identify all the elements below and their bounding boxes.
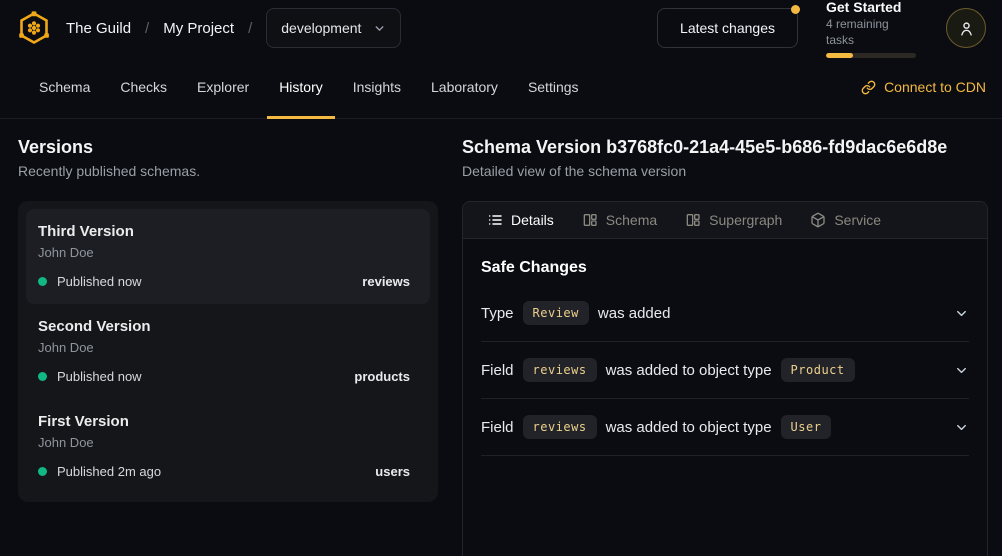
change-row[interactable]: Field reviews was added to object type Prod…: [481, 342, 969, 399]
tab-laboratory[interactable]: Laboratory: [419, 56, 510, 118]
breadcrumb-separator: /: [145, 20, 149, 37]
detail-tabbar: Details Schema Supergraph Service: [463, 202, 987, 239]
chevron-down-icon: [373, 22, 386, 35]
version-author: John Doe: [38, 434, 410, 451]
target-selector-value: development: [281, 20, 361, 36]
change-text: Type: [481, 305, 514, 322]
user-menu-button[interactable]: [946, 8, 986, 48]
notification-dot: [791, 5, 800, 14]
breadcrumb-separator: /: [248, 20, 252, 37]
changes-list: Type Review was added Field reviews was added…: [481, 285, 969, 456]
published-dot-icon: [38, 467, 47, 476]
change-text: was added to object type: [606, 362, 772, 379]
tab-explorer[interactable]: Explorer: [185, 56, 261, 118]
target-selector[interactable]: development: [266, 8, 401, 48]
safe-changes-title: Safe Changes: [481, 259, 969, 277]
versions-subtitle: Recently published schemas.: [18, 163, 438, 179]
version-status: Published 2m ago: [57, 464, 161, 479]
version-detail-subtitle: Detailed view of the schema version: [462, 163, 988, 179]
version-service-name: users: [375, 464, 410, 479]
top-bar: The Guild / My Project / development Lat…: [0, 0, 1002, 56]
change-badge: reviews: [523, 358, 597, 382]
tab-schema[interactable]: Schema: [27, 56, 102, 118]
detail-tab-label: Service: [834, 212, 881, 228]
guild-logo-icon[interactable]: [16, 10, 52, 46]
get-started-widget[interactable]: Get Started 4 remaining tasks: [826, 0, 918, 58]
change-text: Field: [481, 419, 514, 436]
version-status-row: Published now products: [38, 369, 410, 384]
versions-column: Versions Recently published schemas. Thi…: [18, 135, 438, 556]
main-content: Versions Recently published schemas. Thi…: [0, 119, 1002, 556]
change-text: Field: [481, 362, 514, 379]
connect-to-cdn-label: Connect to CDN: [884, 79, 986, 95]
cube-icon: [810, 212, 826, 228]
detail-tab-supergraph[interactable]: Supergraph: [673, 202, 794, 238]
version-card[interactable]: Third Version John Doe Published now review…: [26, 209, 430, 304]
project-nav: SchemaChecksExplorerHistoryInsightsLabor…: [0, 56, 1002, 119]
list-icon: [487, 212, 503, 228]
version-title: Third Version: [38, 222, 410, 242]
version-status-row: Published now reviews: [38, 274, 410, 289]
version-title: First Version: [38, 412, 410, 432]
version-author: John Doe: [38, 339, 410, 356]
detail-tab-schema[interactable]: Schema: [570, 202, 669, 238]
chevron-down-icon[interactable]: [954, 420, 969, 435]
user-icon: [958, 20, 975, 37]
version-detail-panel: Details Schema Supergraph Service Safe Chan…: [462, 201, 988, 556]
latest-changes-button[interactable]: Latest changes: [657, 8, 798, 48]
breadcrumb-org[interactable]: The Guild: [66, 20, 131, 37]
columns-icon: [685, 212, 701, 228]
breadcrumb-project[interactable]: My Project: [163, 20, 234, 37]
version-service-name: products: [354, 369, 410, 384]
version-status-row: Published 2m ago users: [38, 464, 410, 479]
nav-tabs: SchemaChecksExplorerHistoryInsightsLabor…: [24, 56, 594, 118]
connect-to-cdn-button[interactable]: Connect to CDN: [861, 56, 986, 118]
detail-tab-service[interactable]: Service: [798, 202, 893, 238]
change-badge: Review: [523, 301, 589, 325]
version-card[interactable]: Second Version John Doe Published now produ…: [26, 304, 430, 399]
get-started-title: Get Started: [826, 0, 918, 16]
detail-tab-label: Schema: [606, 212, 657, 228]
version-status: Published now: [57, 274, 142, 289]
detail-body: Safe Changes Type Review was added Field rev…: [463, 239, 987, 476]
change-badge: Product: [781, 358, 855, 382]
version-detail-title: Schema Version b3768fc0-21a4-45e5-b686-f…: [462, 135, 988, 159]
versions-title: Versions: [18, 135, 438, 159]
chevron-down-icon[interactable]: [954, 306, 969, 321]
change-badge: reviews: [523, 415, 597, 439]
columns-icon: [582, 212, 598, 228]
change-row[interactable]: Type Review was added: [481, 285, 969, 342]
chevron-down-icon[interactable]: [954, 363, 969, 378]
version-card[interactable]: First Version John Doe Published 2m ago use…: [26, 399, 430, 494]
detail-tab-label: Details: [511, 212, 554, 228]
version-title: Second Version: [38, 317, 410, 337]
tab-history[interactable]: History: [267, 56, 335, 118]
link-icon: [861, 80, 876, 95]
tab-settings[interactable]: Settings: [516, 56, 591, 118]
detail-tab-details[interactable]: Details: [475, 202, 566, 238]
change-text: was added to object type: [606, 419, 772, 436]
tab-insights[interactable]: Insights: [341, 56, 413, 118]
get-started-subtitle: 4 remaining tasks: [826, 16, 918, 48]
version-status: Published now: [57, 369, 142, 384]
change-text: was added: [598, 305, 671, 322]
change-badge: User: [781, 415, 832, 439]
published-dot-icon: [38, 277, 47, 286]
version-detail-column: Schema Version b3768fc0-21a4-45e5-b686-f…: [462, 135, 988, 556]
version-service-name: reviews: [362, 274, 410, 289]
tab-checks[interactable]: Checks: [108, 56, 179, 118]
version-author: John Doe: [38, 244, 410, 261]
latest-changes-label: Latest changes: [680, 20, 775, 36]
version-list: Third Version John Doe Published now review…: [18, 201, 438, 502]
published-dot-icon: [38, 372, 47, 381]
detail-tab-label: Supergraph: [709, 212, 782, 228]
change-row[interactable]: Field reviews was added to object type User: [481, 399, 969, 456]
